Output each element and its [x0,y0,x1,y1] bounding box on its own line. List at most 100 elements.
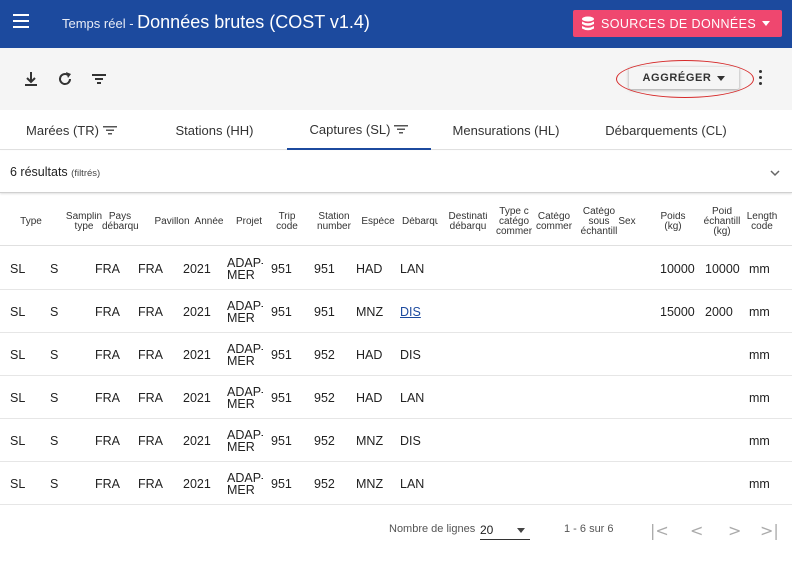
column-header[interactable]: Pays débarqu [102,212,138,232]
page-title-main: Données brutes (COST v1.4) [137,12,370,32]
results-count-value: 6 résultats [10,165,68,179]
table-cell: DIS [400,433,421,448]
column-header[interactable]: Année [193,217,225,227]
prev-page-button[interactable]: < [690,521,703,540]
column-header[interactable]: Station number [316,212,352,232]
database-icon [582,16,594,31]
table-cell [705,333,747,376]
table-cell [576,376,612,419]
table-cell [613,462,643,505]
table-cell: 2021 [183,347,211,362]
table-cell: 951 [314,304,335,319]
data-sources-button[interactable]: SOURCES DE DONNÉES [573,10,782,37]
tab-mensurations[interactable]: Mensurations (HL) [431,110,581,150]
next-page-button[interactable]: > [728,521,741,540]
refresh-icon[interactable] [55,69,75,89]
table-row[interactable]: SL S FRA FRA 2021 ADAP- MER 951 952 MNZ DIS mm [0,419,792,462]
column-header[interactable]: Samplin type [62,212,106,232]
column-header[interactable]: Poids (kg) [658,212,688,232]
download-icon[interactable] [21,69,41,89]
rows-per-page-value: 20 [480,523,494,537]
tab-label: Débarquements (CL) [605,122,727,138]
column-header[interactable]: Catégo commer [533,212,575,232]
column-header[interactable]: Espèce [356,217,400,227]
table-cell: mm [749,390,770,405]
table-cell: HAD [356,261,383,276]
tab-label: Marées (TR) [26,122,99,138]
table-cell [493,376,531,419]
column-header[interactable]: Pavillon [150,217,194,227]
table-cell: DIS [400,290,436,333]
menu-icon[interactable] [13,14,29,32]
table-cell [532,462,574,505]
table-cell: 2021 [183,390,211,405]
column-header[interactable]: Type [14,217,48,227]
table-cell [660,419,702,462]
table-row[interactable]: SL S FRA FRA 2021 ADAP- MER 951 952 HAD DIS mm [0,333,792,376]
table-header: Type Samplin type Pays débarqu Pavillon Année P… [0,194,792,246]
table-cell [444,290,484,333]
column-header[interactable]: Projet [233,217,265,227]
table-cell [576,462,612,505]
table-cell: ADAP- MER [227,384,263,411]
table-cell: FRA [95,304,120,319]
table-cell: 951 [271,347,292,362]
table-cell: FRA [95,347,120,362]
rows-per-page-select[interactable]: 20 [480,520,530,540]
table-cell [493,419,531,462]
chevron-down-icon[interactable] [769,167,781,179]
cell-link[interactable]: DIS [400,305,421,319]
last-page-button[interactable]: >| [760,521,779,540]
tab-debarquements[interactable]: Débarquements (CL) [581,110,751,150]
table-cell: FRA [138,433,163,448]
table-cell: 2000 [705,304,733,319]
filter-icon [394,125,409,134]
table-cell: 952 [314,476,335,491]
tab-captures[interactable]: Captures (SL) [287,110,431,150]
aggregate-button[interactable]: AGGRÉGER [629,67,739,89]
column-header[interactable]: Poid échantill (kg) [700,207,744,237]
table-cell: FRA [138,347,163,362]
table-cell: LAN [400,261,425,276]
table-cell: 2021 [183,433,211,448]
table-cell [576,333,612,376]
table-cell: 952 [314,347,335,362]
aggregate-label: AGGRÉGER [642,72,712,84]
table-row[interactable]: SL S FRA FRA 2021 ADAP- MER 951 952 HAD LAN mm [0,376,792,419]
column-header[interactable]: Destinati débarqu [444,212,492,232]
table-cell [444,333,484,376]
tab-marees[interactable]: Marées (TR) [0,110,143,150]
first-page-button[interactable]: |< [650,521,669,540]
table-cell: 2021 [183,476,211,491]
more-vert-icon[interactable] [757,70,763,88]
table-cell [576,247,612,290]
table-row[interactable]: SL S FRA FRA 2021 ADAP- MER 951 952 MNZ LAN mm [0,462,792,505]
table-cell: 951 [271,433,292,448]
filter-icon[interactable] [89,69,109,89]
results-filter-note: (filtrés) [71,168,101,179]
table-cell [660,462,702,505]
tab-label: Stations (HH) [175,122,254,138]
table-cell [532,419,574,462]
table-row[interactable]: SL S FRA FRA 2021 ADAP- MER 951 951 MNZ DIS 15000 20… [0,290,792,333]
table-cell [493,290,531,333]
table-cell: MNZ [356,304,384,319]
table-cell [444,419,484,462]
column-header[interactable]: Débarqu [402,217,438,227]
table-cell: HAD [356,390,383,405]
table-cell: S [50,261,59,276]
column-header[interactable]: Trip code [274,212,300,232]
table-cell: 2021 [183,261,211,276]
table-cell: MNZ [356,433,384,448]
tab-stations[interactable]: Stations (HH) [143,110,286,150]
tab-bar: Marées (TR) Stations (HH) Captures (SL) … [0,110,792,150]
app-header: Temps réel - Données brutes (COST v1.4) … [0,0,792,48]
column-header[interactable]: Type c catégo commer [495,207,533,237]
column-header[interactable]: Length code [743,212,781,232]
table-cell: mm [749,476,770,491]
column-header[interactable]: Sex [614,217,640,227]
table-cell: SL [10,304,26,319]
table-cell: LAN [400,476,425,491]
table-row[interactable]: SL S FRA FRA 2021 ADAP- MER 951 951 HAD LAN 10000 10… [0,247,792,290]
table-cell [532,333,574,376]
